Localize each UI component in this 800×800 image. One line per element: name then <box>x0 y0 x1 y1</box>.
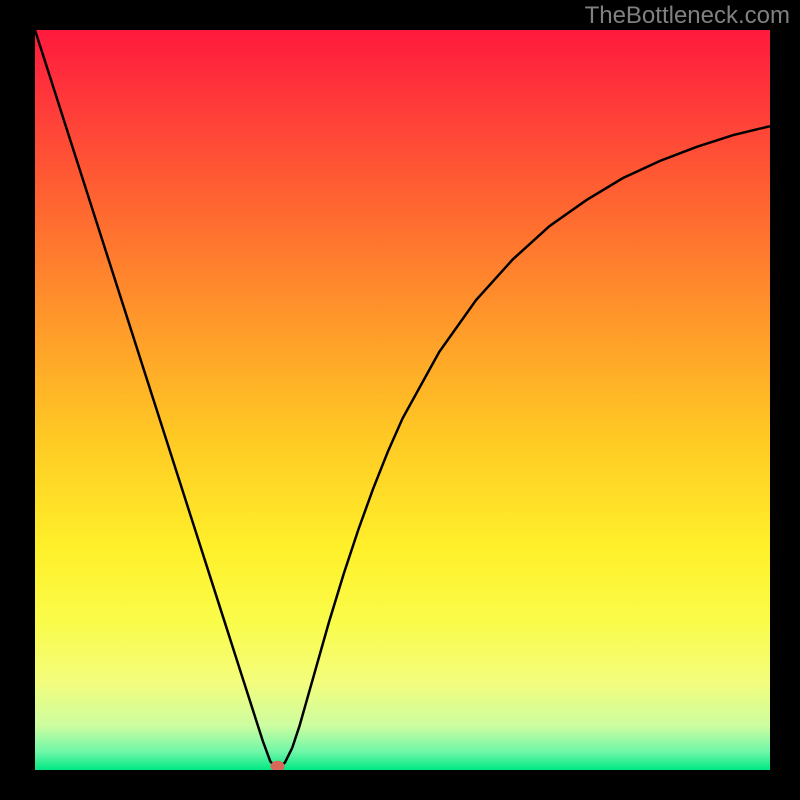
watermark-label: TheBottleneck.com <box>585 2 790 30</box>
gradient-background <box>35 30 770 770</box>
chart-container: TheBottleneck.com <box>0 0 800 800</box>
chart-svg <box>35 30 770 770</box>
plot-area <box>35 30 770 770</box>
